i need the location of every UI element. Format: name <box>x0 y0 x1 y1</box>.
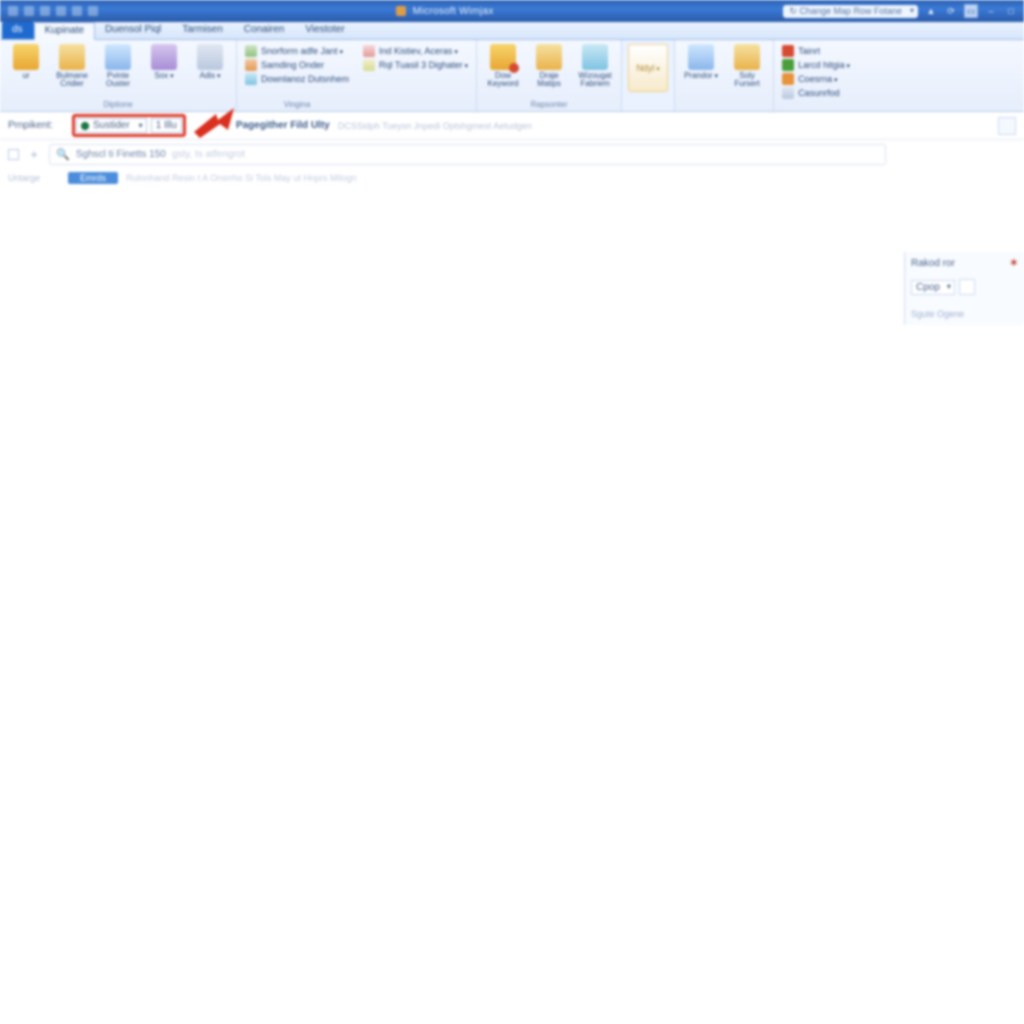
check-names-button[interactable] <box>998 117 1016 135</box>
user-icon[interactable]: ▲ <box>924 4 938 18</box>
ribbon-group-3: Dow Keyword Draje Matips Wizougat Fabrie… <box>477 40 622 111</box>
title-bar: Microsoft Wimjax ↻ Change Map Row Fotane… <box>0 0 1024 22</box>
search-row: ✦ 🔍 Sghscl ti Finetts 150 gsty, ts atfen… <box>0 140 1024 169</box>
qat-icon[interactable] <box>8 6 18 16</box>
ribbon-mini-casunrfod[interactable]: Casunrfod <box>780 86 852 100</box>
content-area: Prnpikent: Sustider 1 Illu Pagegither Fi… <box>0 112 1024 1024</box>
ribbon-group-6: Tainrt Larcd hitgia Coesrna Casunrfod <box>774 40 858 111</box>
pane-line: Sgute Ogene <box>911 309 1018 319</box>
select-all-checkbox[interactable] <box>8 149 19 160</box>
ribbon-options-icon[interactable]: ▭ <box>964 4 978 18</box>
ribbon-btn-ndyl[interactable]: Ndyl <box>628 44 668 92</box>
pane-button[interactable] <box>959 279 975 295</box>
ribbon-btn-ur[interactable]: ur <box>6 44 46 88</box>
ribbon-group-1: ur Bulmane Cridier Pvinte Ouster Sox Adi… <box>0 40 237 111</box>
ribbon-mini-tainrt[interactable]: Tainrt <box>780 44 852 58</box>
ribbon-tabs: ds Kupinate Duensol Piql Tarmisen Conair… <box>0 22 1024 40</box>
tab-0[interactable]: Kupinate <box>34 22 95 40</box>
task-pane: Rakod ror ✶ Cpop Sgute Ogene <box>904 252 1024 325</box>
app-logo-icon <box>396 6 406 16</box>
recipient-combo[interactable]: Sustider <box>76 118 147 133</box>
qat-icon[interactable] <box>56 6 66 16</box>
ribbon-mini-2[interactable]: Samding Onder <box>243 58 351 72</box>
red-arrow-annotation <box>194 114 228 138</box>
ribbon-btn-wizougat[interactable]: Wizougat Fabriem <box>575 44 615 88</box>
group-label <box>681 100 767 109</box>
quick-access-toolbar <box>0 6 106 16</box>
tab-file[interactable]: ds <box>2 22 34 39</box>
search-icon: 🔍 <box>56 148 70 161</box>
recipient-count-box[interactable]: 1 Illu <box>151 118 182 133</box>
ribbon-btn-soly[interactable]: Soly Fursert <box>727 44 767 88</box>
qat-icon[interactable] <box>72 6 82 16</box>
close-pane-button[interactable]: ✶ <box>1010 258 1018 269</box>
ribbon-mini-4[interactable]: Ind Kistiev, Aceras <box>361 44 470 58</box>
ribbon-btn-keyword[interactable]: Dow Keyword <box>483 44 523 88</box>
ribbon-btn-adis[interactable]: Adis <box>190 44 230 88</box>
recipient-row: Prnpikent: Sustider 1 Illu Pagegither Fi… <box>0 112 1024 140</box>
sync-icon[interactable]: ⟳ <box>944 4 958 18</box>
status-dot-icon <box>81 122 89 130</box>
ribbon-btn-prandor[interactable]: Prandor <box>681 44 721 88</box>
group-label: Vingina <box>243 100 351 109</box>
combo-value: Sustider <box>93 120 130 131</box>
row-text: Rulnnhand Resin t A Onsrrho Si Tols May … <box>126 173 356 183</box>
ribbon: ur Bulmane Cridier Pvinte Ouster Sox Adi… <box>0 40 1024 112</box>
tab-1[interactable]: Duensol Piql <box>95 22 172 39</box>
window-title: Microsoft Wimjax <box>106 6 783 17</box>
recipient-label: Prnpikent: <box>8 120 64 131</box>
qat-icon[interactable] <box>24 6 34 16</box>
ribbon-group-5: Prandor Soly Fursert <box>675 40 774 111</box>
group-label <box>628 100 668 109</box>
ribbon-mini-3[interactable]: Downlanoz Dutsnhem <box>243 72 351 86</box>
search-box[interactable]: 🔍 Sghscl ti Finetts 150 gsty, ts atfengr… <box>49 144 886 165</box>
ribbon-group-2: Snorform adfe Jant Samding Onder Downlan… <box>237 40 477 111</box>
tab-4[interactable]: Viestoter <box>295 22 355 39</box>
ribbon-btn-sox[interactable]: Sox <box>144 44 184 88</box>
ribbon-mini-coesrna[interactable]: Coesrna <box>780 72 852 86</box>
search-text: Sghscl ti Finetts 150 <box>76 149 166 160</box>
row-category: Untarge <box>8 173 68 183</box>
ribbon-btn-bulmane[interactable]: Bulmane Cridier <box>52 44 92 88</box>
search-hint: gsty, ts atfengrot <box>172 149 245 160</box>
task-pane-title: Rakod ror <box>911 258 955 269</box>
recipient-after-label: Pagegither Fild Ulty <box>236 120 330 131</box>
title-right-cluster: ↻ Change Map Row Fotane ▲ ⟳ ▭ – □ <box>783 4 1024 18</box>
row-chip: Emrds <box>68 172 118 184</box>
pane-combo[interactable]: Cpop <box>911 280 955 295</box>
recipient-after-hint: DCSSidph Tueysn Jnpedi Optshgmest Aetudg… <box>338 121 532 131</box>
ribbon-mini-larcd[interactable]: Larcd hitgia <box>780 58 852 72</box>
ribbon-mini-5[interactable]: Rql Tuasil 3 Dighater <box>361 58 470 72</box>
ribbon-mini-1[interactable]: Snorform adfe Jant <box>243 44 351 58</box>
qat-icon[interactable] <box>40 6 50 16</box>
minimize-button[interactable]: – <box>984 4 998 18</box>
title-search-combo[interactable]: ↻ Change Map Row Fotane <box>783 5 918 18</box>
qat-icon[interactable] <box>88 6 98 16</box>
ribbon-btn-draje[interactable]: Draje Matips <box>529 44 569 88</box>
favorite-icon[interactable]: ✦ <box>29 148 39 162</box>
highlighted-combo-box: Sustider 1 Illu <box>72 114 186 137</box>
tab-2[interactable]: Tarmisen <box>172 22 234 39</box>
ribbon-btn-pvinte[interactable]: Pvinte Ouster <box>98 44 138 88</box>
ribbon-group-4: Ndyl <box>622 40 675 111</box>
group-label: Rapsonter <box>483 100 615 109</box>
list-row[interactable]: Untarge Emrds Rulnnhand Resin t A Onsrrh… <box>0 169 1024 187</box>
tab-3[interactable]: Conairen <box>234 22 296 39</box>
maximize-button[interactable]: □ <box>1004 4 1018 18</box>
